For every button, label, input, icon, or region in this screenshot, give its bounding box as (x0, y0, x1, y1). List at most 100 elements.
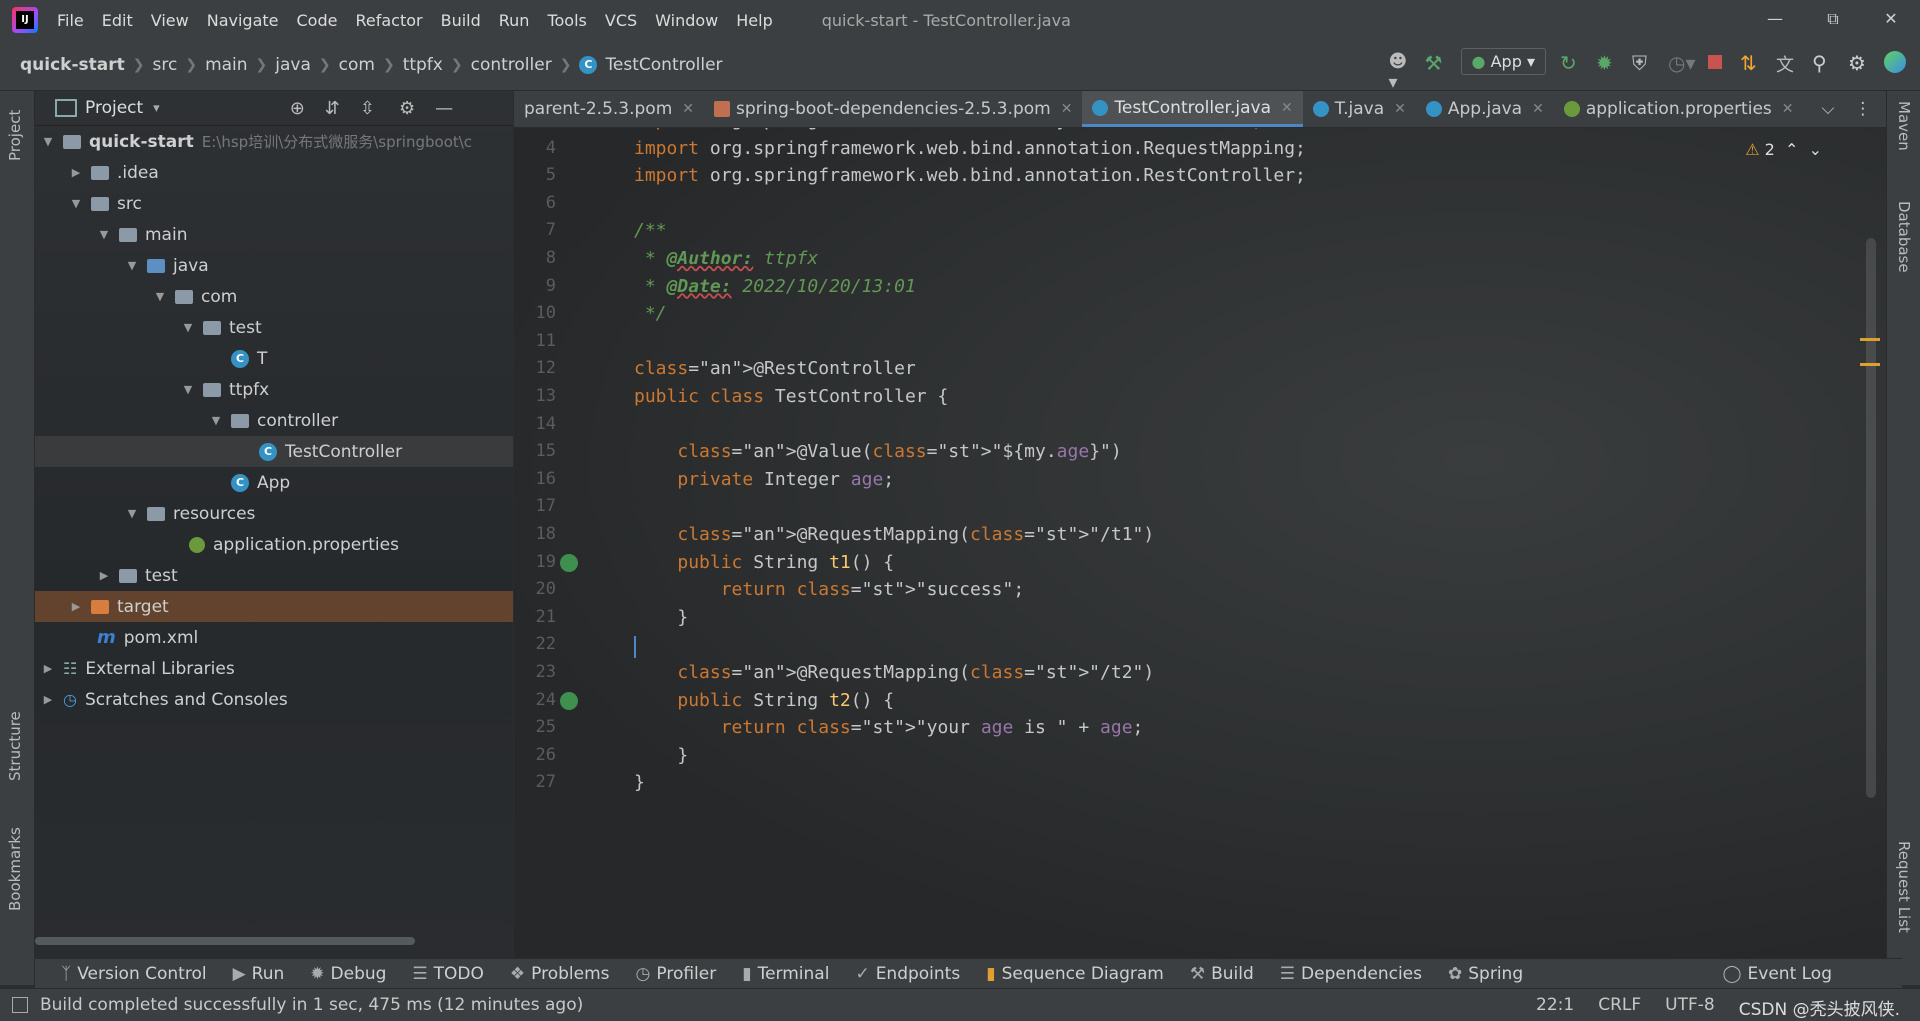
tree-item-java[interactable]: ▼ java (35, 250, 513, 281)
code-line[interactable]: import org.springframework.web.bind.anno… (634, 165, 1306, 186)
vcs-update-icon[interactable]: ⇅ (1740, 51, 1762, 75)
tree-item-com[interactable]: ▼ com (35, 281, 513, 312)
maven-tool-button[interactable]: Maven (1895, 101, 1913, 151)
tab-more-options[interactable]: ⋮ (1844, 91, 1881, 127)
profile-icon[interactable]: ◷▾ (1668, 51, 1696, 75)
status-panel-icon[interactable] (12, 997, 28, 1013)
tree-item-controller[interactable]: ▼ controller (35, 405, 513, 436)
breadcrumb-src[interactable]: src (145, 55, 186, 75)
tool-endpoints[interactable]: ✓ Endpoints (845, 964, 970, 984)
tool-terminal[interactable]: ▮ Terminal (732, 964, 839, 984)
tool-dependencies[interactable]: ☰ Dependencies (1270, 964, 1432, 984)
tree-item-src[interactable]: ▼ src (35, 188, 513, 219)
code-line[interactable]: class="an">@RequestMapping(class="st">"/… (634, 662, 1154, 683)
breadcrumb-com[interactable]: com (331, 55, 383, 75)
close-icon[interactable]: ✕ (1061, 101, 1073, 117)
coverage-icon[interactable]: ⛨ (1632, 51, 1654, 75)
tree-item-ttpfx[interactable]: ▼ ttpfx (35, 374, 513, 405)
menu-run[interactable]: Run (490, 11, 539, 30)
breadcrumb-controller[interactable]: controller (463, 55, 560, 75)
close-icon[interactable]: ✕ (1782, 101, 1794, 117)
code-line[interactable]: public String t2() { (634, 690, 894, 711)
tool-profiler[interactable]: ◷ Profiler (626, 964, 727, 984)
code-line[interactable]: public String t1() { (634, 552, 894, 573)
spring-mapping-gutter-icon[interactable] (560, 691, 578, 710)
breadcrumb-testcontroller[interactable]: TestController (605, 55, 730, 75)
file-encoding[interactable]: UTF-8 (1665, 995, 1715, 1020)
breadcrumb-ttpfx[interactable]: ttpfx (395, 55, 451, 75)
code-line[interactable]: class="an">@RequestMapping(class="st">"/… (634, 524, 1154, 545)
code-line[interactable]: import org.springframework.beans.factory… (634, 128, 1263, 131)
request-list-tool-button[interactable]: Request List (1895, 841, 1913, 933)
rerun-icon[interactable]: ↻ (1560, 51, 1582, 75)
tree-item-test-package[interactable]: ▼ test (35, 312, 513, 343)
code-line[interactable]: /** (634, 220, 667, 241)
line-separator[interactable]: CRLF (1598, 995, 1641, 1020)
settings-gear-icon[interactable]: ⚙ (1848, 51, 1870, 75)
gear-icon[interactable]: ⚙ (399, 98, 415, 119)
code-line[interactable]: } (634, 772, 645, 793)
stop-icon[interactable] (1704, 51, 1726, 73)
tool-problems[interactable]: ❖ Problems (500, 964, 620, 984)
menu-refactor[interactable]: Refactor (346, 11, 431, 30)
hide-panel-icon[interactable]: — (435, 98, 453, 119)
tab-testcontroller[interactable]: TestController.java ✕ (1082, 91, 1303, 127)
tool-debug[interactable]: ✹ Debug (300, 964, 396, 984)
tree-item-test-folder[interactable]: ▶ test (35, 560, 513, 591)
breadcrumb-main[interactable]: main (197, 55, 255, 75)
code-line[interactable]: public class TestController { (634, 386, 948, 407)
menu-file[interactable]: File (48, 11, 93, 30)
tree-item-application-properties[interactable]: application.properties (35, 529, 513, 560)
tool-todo[interactable]: ☰ TODO (402, 964, 494, 984)
menu-help[interactable]: Help (727, 11, 781, 30)
close-icon[interactable]: ✕ (682, 101, 694, 117)
menu-window[interactable]: Window (646, 11, 727, 30)
tree-item-resources[interactable]: ▼ resources (35, 498, 513, 529)
tab-t[interactable]: T.java ✕ (1303, 91, 1416, 127)
structure-tool-button[interactable]: Structure (6, 711, 24, 781)
tree-item-T[interactable]: CT (35, 343, 513, 374)
code-line[interactable]: import org.springframework.web.bind.anno… (634, 138, 1306, 159)
collapse-all-icon[interactable]: ⇳ (360, 98, 375, 119)
project-panel-title[interactable]: Project (85, 98, 143, 118)
menu-vcs[interactable]: VCS (596, 11, 646, 30)
code-line[interactable]: * @Date: 2022/10/20/13:01 (634, 276, 916, 297)
translate-icon[interactable]: 文 (1776, 51, 1798, 76)
bookmarks-tool-button[interactable]: Bookmarks (6, 827, 24, 911)
tool-event-log[interactable]: ◯ Event Log (1713, 964, 1843, 984)
code-editor[interactable]: ⚠ 2 ⌃ ⌄ 3 import org.springframework.bean… (514, 128, 1886, 958)
debug-icon[interactable]: ✹ (1596, 51, 1618, 75)
tab-spring-boot-dependencies[interactable]: spring-boot-dependencies-2.5.3.pom ✕ (704, 91, 1082, 127)
run-configuration-select[interactable]: ● App ▾ (1460, 48, 1546, 75)
tool-spring[interactable]: ✿ Spring (1438, 964, 1533, 984)
tree-item-pom[interactable]: m pom.xml (35, 622, 513, 653)
breadcrumb-project[interactable]: quick-start (0, 55, 133, 75)
build-hammer-icon[interactable]: ⚒ (1425, 51, 1447, 75)
tool-build[interactable]: ⚒ Build (1180, 964, 1264, 984)
chevron-down-icon[interactable]: ▾ (153, 101, 160, 116)
search-icon[interactable]: ⚲ (1812, 51, 1834, 75)
tree-item-external-libraries[interactable]: ▶ ☷ External Libraries (35, 653, 513, 684)
tab-app[interactable]: App.java ✕ (1416, 91, 1554, 127)
code-line[interactable]: class="an">@Value(class="st">"${my.age}"… (634, 441, 1121, 462)
warning-marker[interactable] (1860, 338, 1880, 341)
code-line[interactable]: return class="st">"your age is " + age; (634, 717, 1144, 738)
spring-mapping-gutter-icon[interactable] (560, 553, 578, 572)
tool-run[interactable]: ▶ Run (223, 964, 295, 984)
menu-code[interactable]: Code (288, 11, 347, 30)
tree-item-testcontroller[interactable]: C TestController (35, 436, 513, 467)
user-icon[interactable]: ☻▾ (1389, 51, 1411, 93)
editor-scrollbar[interactable] (1866, 238, 1876, 798)
tool-sequence-diagram[interactable]: ▮ Sequence Diagram (976, 964, 1174, 984)
menu-build[interactable]: Build (432, 11, 490, 30)
inspection-widget[interactable]: ⚠ 2 ⌃ ⌄ (1745, 140, 1822, 159)
tree-item-idea[interactable]: ▶ .idea (35, 157, 513, 188)
menu-navigate[interactable]: Navigate (198, 11, 288, 30)
menu-view[interactable]: View (142, 11, 198, 30)
menu-tools[interactable]: Tools (538, 11, 595, 30)
close-icon[interactable]: ✕ (1394, 101, 1406, 117)
tool-version-control[interactable]: ᛉ Version Control (51, 964, 217, 984)
warning-marker[interactable] (1860, 363, 1880, 366)
database-tool-button[interactable]: Database (1895, 201, 1913, 273)
tab-list-dropdown[interactable]: ⌵ (1812, 91, 1845, 127)
